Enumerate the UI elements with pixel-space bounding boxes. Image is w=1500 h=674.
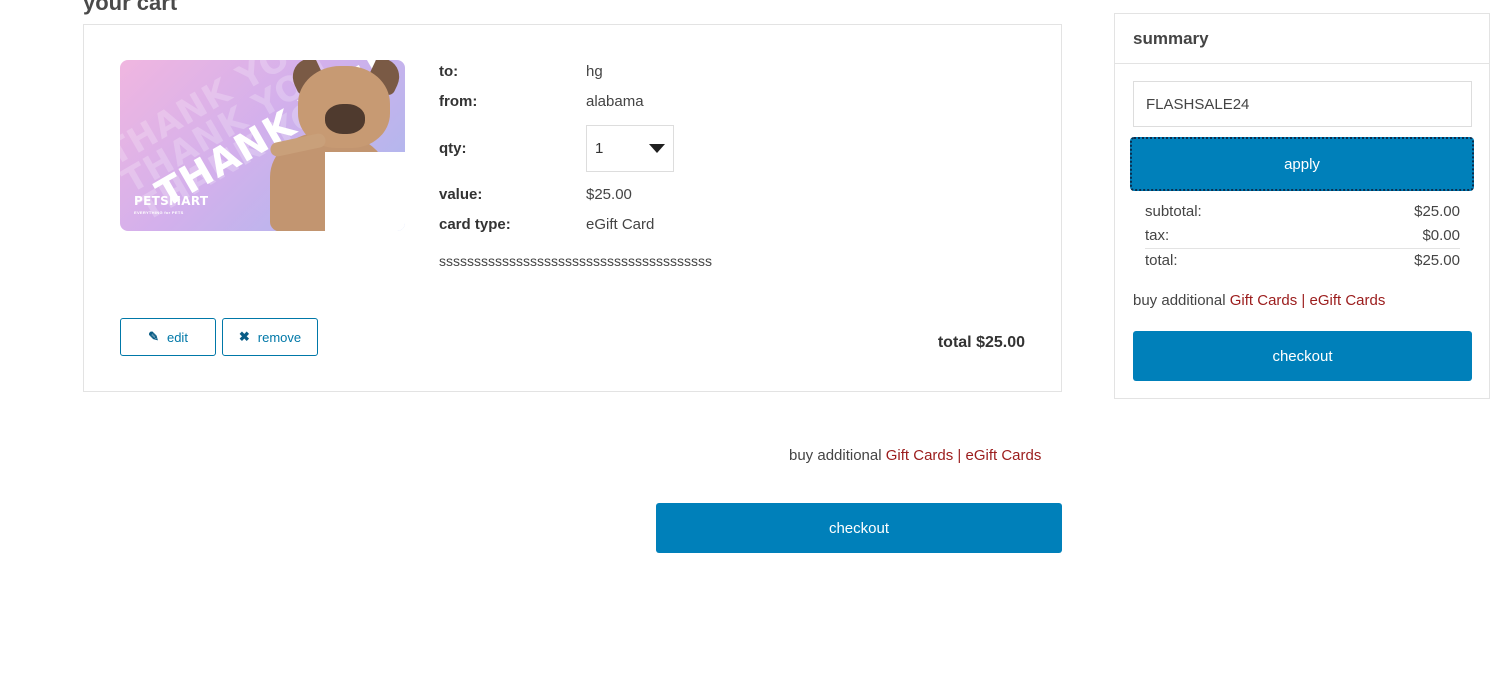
summary-panel: summary FLASHSALE24 apply subtotal: $25.… (1114, 13, 1490, 399)
qty-select[interactable]: 1 (586, 125, 674, 172)
buy-additional-summary: buy additional Gift Cards | eGift Cards (1133, 292, 1386, 309)
card-type-label: card type: (439, 216, 511, 233)
item-total: total $25.00 (937, 334, 1025, 351)
remove-button[interactable]: ✖ remove (222, 318, 318, 356)
to-value: hg (586, 63, 603, 80)
buy-additional-main: buy additional Gift Cards | eGift Cards (789, 447, 1042, 464)
qty-value: 1 (595, 140, 604, 157)
egift-cards-link[interactable]: eGift Cards (966, 447, 1042, 464)
edit-button[interactable]: ✎ edit (120, 318, 216, 356)
subtotal-row: subtotal: $25.00 (1145, 203, 1460, 220)
value-label: value: (439, 186, 483, 203)
petsmart-logo: PETSMART (134, 194, 209, 208)
gift-cards-link[interactable]: Gift Cards (886, 447, 954, 464)
pencil-icon: ✎ (148, 329, 159, 344)
from-label: from: (439, 93, 478, 110)
card-type-value: eGift Card (586, 216, 655, 233)
tax-row: tax: $0.00 (1145, 227, 1460, 244)
card-tagline: EVERYTHING for PETS (134, 210, 184, 215)
value-amount: $25.00 (586, 186, 632, 203)
gift-card-image: THANK YOU THANK YOU THANK YOU THANK YOU … (120, 60, 405, 231)
to-label: to: (439, 63, 459, 80)
promo-code-input[interactable]: FLASHSALE24 (1133, 81, 1472, 127)
summary-divider (1145, 248, 1460, 249)
egift-cards-link[interactable]: eGift Cards (1310, 292, 1386, 309)
checkout-button[interactable]: checkout (656, 503, 1062, 553)
summary-checkout-button[interactable]: checkout (1133, 331, 1472, 381)
apply-button[interactable]: apply (1130, 137, 1474, 191)
qty-label: qty: (439, 140, 467, 157)
page-title: your cart (83, 0, 178, 15)
caret-down-icon (649, 144, 665, 153)
from-value: alabama (586, 93, 644, 110)
gift-cards-link[interactable]: Gift Cards (1230, 292, 1298, 309)
x-icon: ✖ (238, 329, 250, 344)
total-row: total: $25.00 (1145, 252, 1460, 269)
gift-message: sssssssssssssssssssssssssssssssssssssss (439, 253, 712, 269)
summary-title: summary (1115, 14, 1489, 64)
cart-item-panel: THANK YOU THANK YOU THANK YOU THANK YOU … (83, 24, 1062, 392)
